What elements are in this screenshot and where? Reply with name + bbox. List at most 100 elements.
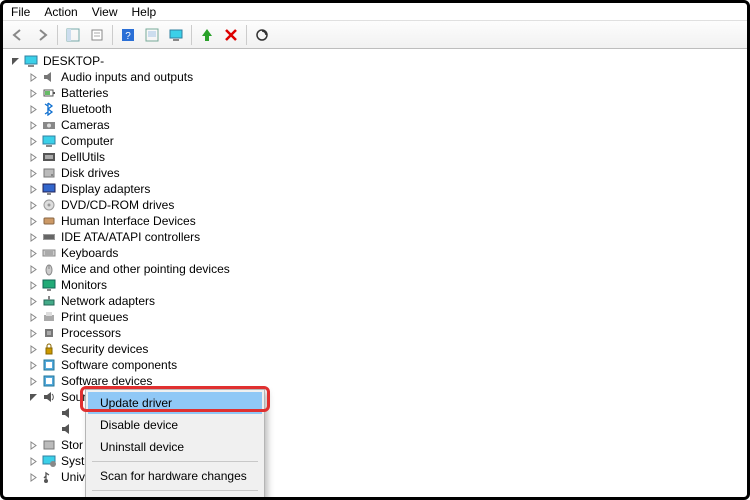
tree-category-label: Security devices [61, 341, 148, 357]
tree-category-label: Print queues [61, 309, 128, 325]
tree-category[interactable]: Audio inputs and outputs [9, 69, 747, 85]
tree-category[interactable]: Monitors [9, 277, 747, 293]
caret-collapsed-icon[interactable] [27, 311, 39, 323]
context-menu: Update driverDisable deviceUninstall dev… [85, 389, 265, 500]
caret-collapsed-icon[interactable] [27, 327, 39, 339]
computer-icon [41, 133, 57, 149]
caret-collapsed-icon[interactable] [27, 215, 39, 227]
tree-category[interactable]: IDE ATA/ATAPI controllers [9, 229, 747, 245]
caret-collapsed-icon[interactable] [27, 455, 39, 467]
context-menu-divider [92, 490, 258, 491]
cpu-icon [41, 325, 57, 341]
context-menu-item[interactable]: Disable device [88, 414, 262, 436]
show-hide-console-tree-button[interactable] [62, 24, 84, 46]
update-driver-toolbar-button[interactable] [196, 24, 218, 46]
tree-root-label: DESKTOP- [43, 53, 104, 69]
caret-collapsed-icon[interactable] [27, 231, 39, 243]
monitor-icon [41, 277, 57, 293]
system-icon [41, 453, 57, 469]
computer-view-button[interactable] [165, 24, 187, 46]
security-icon [41, 341, 57, 357]
tree-category-label: Stor [61, 437, 83, 453]
menu-file[interactable]: File [11, 5, 30, 19]
usb-icon [41, 469, 57, 485]
tree-category[interactable]: Software devices [9, 373, 747, 389]
hid-icon [41, 213, 57, 229]
caret-collapsed-icon[interactable] [27, 439, 39, 451]
menu-help[interactable]: Help [132, 5, 157, 19]
tree-category-label: Syst [61, 453, 84, 469]
computer-icon [23, 53, 39, 69]
mouse-icon [41, 261, 57, 277]
context-menu-item[interactable]: Update driver [88, 392, 262, 414]
caret-collapsed-icon[interactable] [27, 375, 39, 387]
caret-collapsed-icon[interactable] [27, 247, 39, 259]
caret-collapsed-icon[interactable] [27, 119, 39, 131]
tree-category[interactable]: Cameras [9, 117, 747, 133]
speaker-icon [41, 69, 57, 85]
display-icon [41, 181, 57, 197]
tree-category-label: Disk drives [61, 165, 120, 181]
tree-category[interactable]: Print queues [9, 309, 747, 325]
tree-category[interactable]: Disk drives [9, 165, 747, 181]
caret-collapsed-icon[interactable] [27, 279, 39, 291]
tree-category[interactable]: Human Interface Devices [9, 213, 747, 229]
caret-collapsed-icon[interactable] [27, 183, 39, 195]
tree-category[interactable]: Network adapters [9, 293, 747, 309]
caret-collapsed-icon[interactable] [27, 199, 39, 211]
tree-category[interactable]: Bluetooth [9, 101, 747, 117]
context-menu-divider [92, 461, 258, 462]
tree-root[interactable]: DESKTOP- [9, 53, 747, 69]
tree-category[interactable]: Software components [9, 357, 747, 373]
tree-category[interactable]: Keyboards [9, 245, 747, 261]
menu-bar: File Action View Help [3, 3, 747, 21]
tree-category[interactable]: DVD/CD-ROM drives [9, 197, 747, 213]
network-icon [41, 293, 57, 309]
console-props-button[interactable] [141, 24, 163, 46]
tree-category-label: Univ [61, 469, 85, 485]
caret-collapsed-icon[interactable] [27, 151, 39, 163]
software-icon [41, 357, 57, 373]
toolbar-separator [57, 25, 58, 45]
context-menu-item[interactable]: Properties [88, 494, 262, 500]
tree-category-label: Mice and other pointing devices [61, 261, 230, 277]
tree-category[interactable]: Batteries [9, 85, 747, 101]
tree-category-label: Software devices [61, 373, 152, 389]
caret-collapsed-icon[interactable] [27, 71, 39, 83]
caret-expanded-icon[interactable] [9, 55, 21, 67]
toolbar-separator [112, 25, 113, 45]
tree-category[interactable]: DellUtils [9, 149, 747, 165]
tree-category[interactable]: Processors [9, 325, 747, 341]
properties-button[interactable] [86, 24, 108, 46]
caret-collapsed-icon[interactable] [27, 295, 39, 307]
back-button[interactable] [7, 24, 29, 46]
caret-collapsed-icon[interactable] [27, 359, 39, 371]
caret-collapsed-icon[interactable] [27, 471, 39, 483]
caret-collapsed-icon[interactable] [27, 343, 39, 355]
context-menu-item[interactable]: Scan for hardware changes [88, 465, 262, 487]
tree-category[interactable]: Computer [9, 133, 747, 149]
tree-category-label: Batteries [61, 85, 108, 101]
menu-view[interactable]: View [92, 5, 118, 19]
help-button[interactable]: ? [117, 24, 139, 46]
tree-category-label: Bluetooth [61, 101, 112, 117]
printer-icon [41, 309, 57, 325]
caret-collapsed-icon[interactable] [27, 87, 39, 99]
tree-category[interactable]: Mice and other pointing devices [9, 261, 747, 277]
caret-expanded-icon[interactable] [27, 391, 39, 403]
tree-category-label: Monitors [61, 277, 107, 293]
context-menu-item[interactable]: Uninstall device [88, 436, 262, 458]
tree-category[interactable]: Security devices [9, 341, 747, 357]
uninstall-device-toolbar-button[interactable] [220, 24, 242, 46]
menu-action[interactable]: Action [44, 5, 77, 19]
sound-icon [41, 389, 57, 405]
toolbar: ? [3, 21, 747, 49]
caret-collapsed-icon[interactable] [27, 263, 39, 275]
scan-hardware-toolbar-button[interactable] [251, 24, 273, 46]
caret-collapsed-icon[interactable] [27, 135, 39, 147]
tree-category-label: Software components [61, 357, 177, 373]
forward-button[interactable] [31, 24, 53, 46]
caret-collapsed-icon[interactable] [27, 167, 39, 179]
tree-category[interactable]: Display adapters [9, 181, 747, 197]
caret-collapsed-icon[interactable] [27, 103, 39, 115]
